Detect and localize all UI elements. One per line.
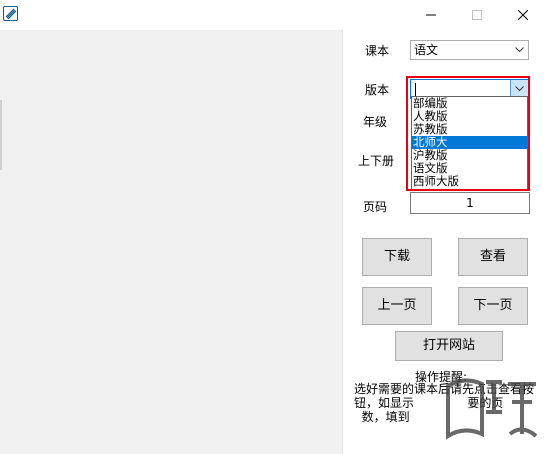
text-caret <box>415 83 416 96</box>
view-button[interactable]: 查看 <box>458 238 528 276</box>
textbook-select[interactable]: 语文 <box>410 40 529 60</box>
minimize-button[interactable] <box>408 0 454 30</box>
prev-page-button[interactable]: 上一页 <box>362 287 432 325</box>
close-button[interactable] <box>500 0 546 30</box>
textbook-value: 语文 <box>414 43 439 57</box>
download-button[interactable]: 下载 <box>362 238 432 276</box>
edition-label: 版本 <box>365 83 390 97</box>
grade-label: 年级 <box>363 115 388 129</box>
maximize-icon <box>472 10 482 20</box>
open-website-button[interactable]: 打开网站 <box>395 331 503 361</box>
page-number-input[interactable]: 1 <box>410 192 530 214</box>
next-page-button[interactable]: 下一页 <box>458 287 528 325</box>
chevron-down-icon <box>510 41 528 59</box>
page-label: 页码 <box>363 200 388 214</box>
watermark-logo-icon <box>446 378 538 440</box>
textbook-label: 课本 <box>365 44 390 58</box>
volume-label: 上下册 <box>358 154 395 168</box>
minimize-icon <box>426 14 436 16</box>
edition-dropdown-list: 部编版 人教版 苏教版 北师大 沪教版 语文版 西师大版 <box>411 96 528 191</box>
viewer-edge <box>0 100 2 170</box>
page-viewer <box>0 30 343 454</box>
maximize-button[interactable] <box>454 0 500 30</box>
close-icon <box>518 10 528 20</box>
dropdown-option[interactable]: 西师大版 <box>412 175 527 188</box>
app-icon <box>3 6 18 21</box>
title-bar <box>0 0 546 30</box>
